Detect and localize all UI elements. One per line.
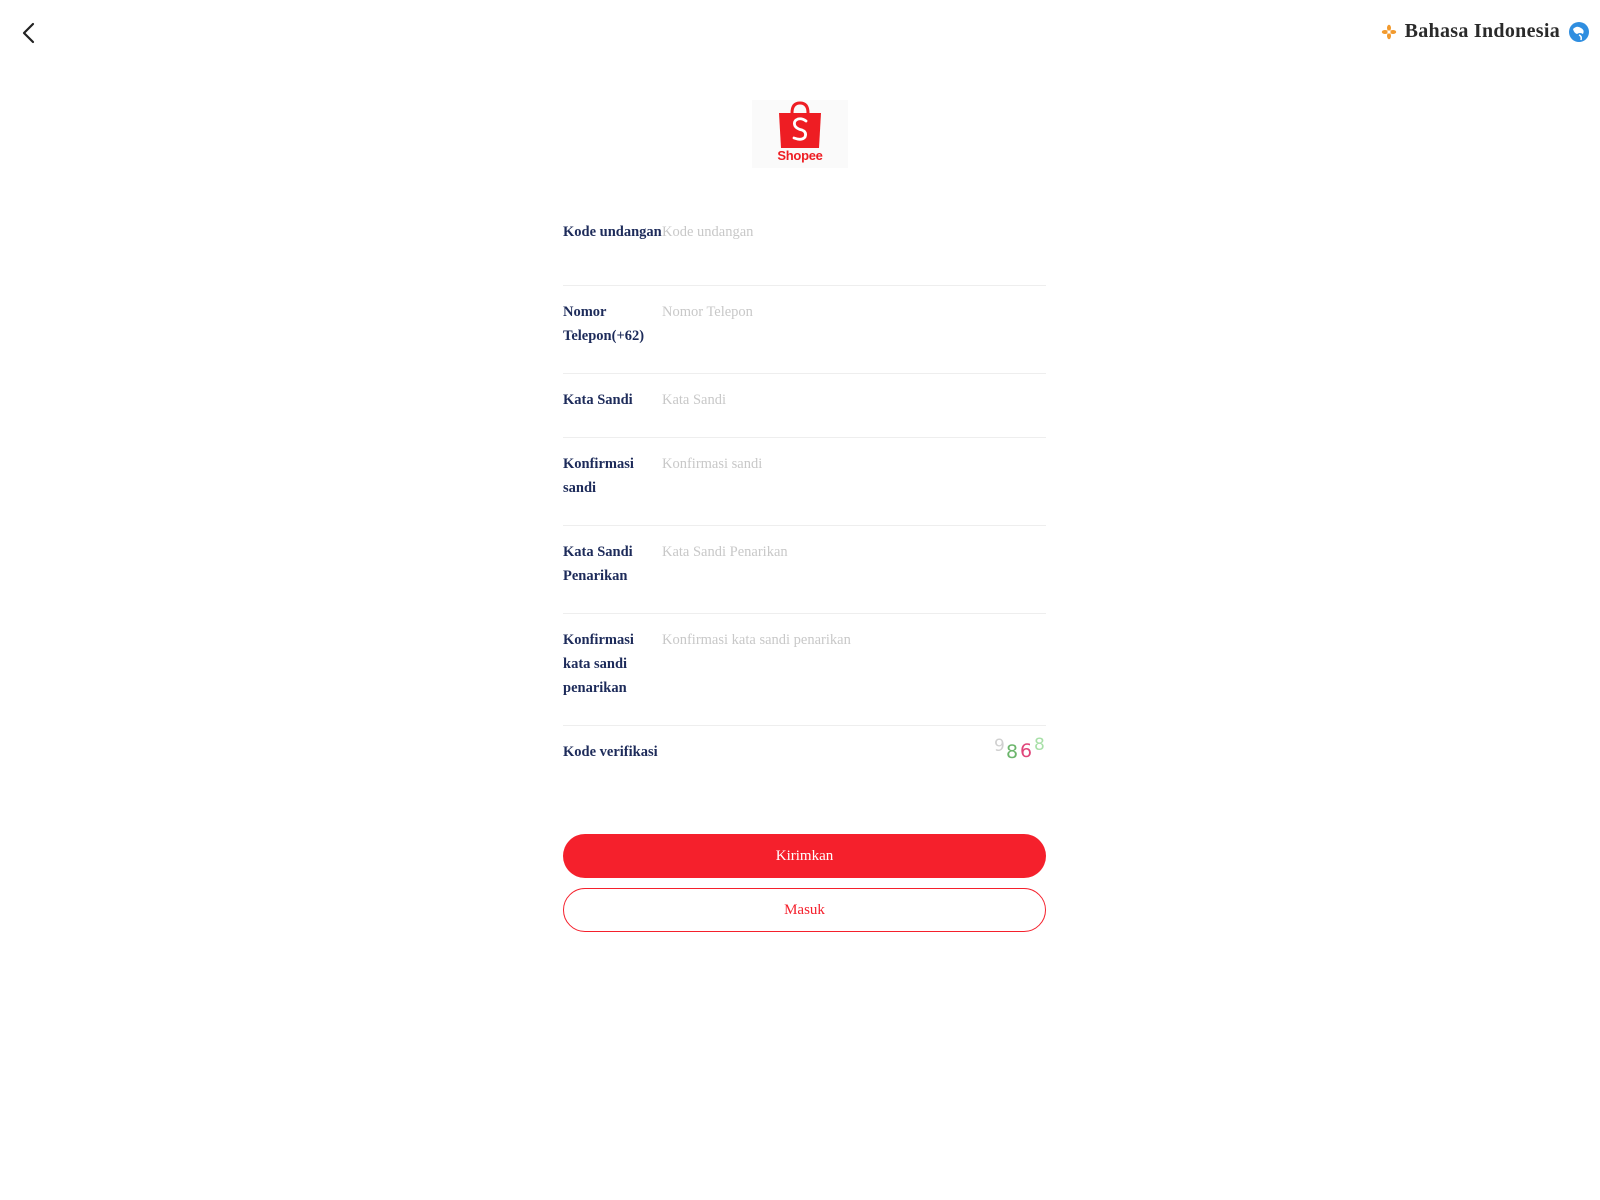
password-input[interactable] [662,388,1046,412]
captcha-image[interactable]: 9 8 6 8 [994,735,1046,770]
login-button[interactable]: Masuk [563,888,1046,932]
invite-code-input[interactable] [662,220,1046,244]
captcha-digit: 6 [1020,740,1033,762]
invite-code-label: Kode undangan [563,224,662,240]
language-label: Bahasa Indonesia [1404,20,1560,42]
captcha-digit: 8 [1034,735,1045,755]
verification-code-input[interactable] [662,740,994,764]
shopee-logo: Shopee [752,100,848,168]
phone-row: Nomor Telepon(+62) [563,286,1046,374]
submit-button[interactable]: Kirimkan [563,834,1046,878]
withdraw-password-label: Kata Sandi Penarikan [563,544,633,584]
chevron-left-icon [22,22,35,44]
phone-input[interactable] [662,300,1046,324]
globe-icon [1569,21,1589,42]
registration-form: Kode undangan Nomor Telepon(+62) Kata Sa… [563,206,1046,806]
confirm-withdraw-password-label: Konfirmasi kata sandi penarikan [563,632,634,696]
withdraw-password-input[interactable] [662,540,1046,564]
confirm-withdraw-password-row: Konfirmasi kata sandi penarikan [563,614,1046,726]
invite-code-row: Kode undangan [563,206,1046,286]
back-button[interactable] [14,18,44,48]
confirm-password-label: Konfirmasi sandi [563,456,634,496]
shopping-bag-icon [779,101,821,148]
confirm-password-input[interactable] [662,452,1046,476]
confirm-password-row: Konfirmasi sandi [563,438,1046,526]
captcha-digit: 8 [1006,741,1019,763]
flower-icon [1381,24,1396,39]
language-selector[interactable]: Bahasa Indonesia [1381,20,1590,43]
captcha-digit: 9 [994,736,1005,756]
verification-code-row: Kode verifikasi 9 8 6 8 [563,726,1046,806]
phone-label: Nomor Telepon(+62) [563,304,645,344]
top-bar: Bahasa Indonesia [0,0,1600,70]
withdraw-password-row: Kata Sandi Penarikan [563,526,1046,614]
shopee-logo-text: Shopee [777,148,823,163]
password-label: Kata Sandi [563,392,633,408]
verification-code-label: Kode verifikasi [563,744,658,760]
password-row: Kata Sandi [563,374,1046,438]
confirm-withdraw-password-input[interactable] [662,628,1046,652]
